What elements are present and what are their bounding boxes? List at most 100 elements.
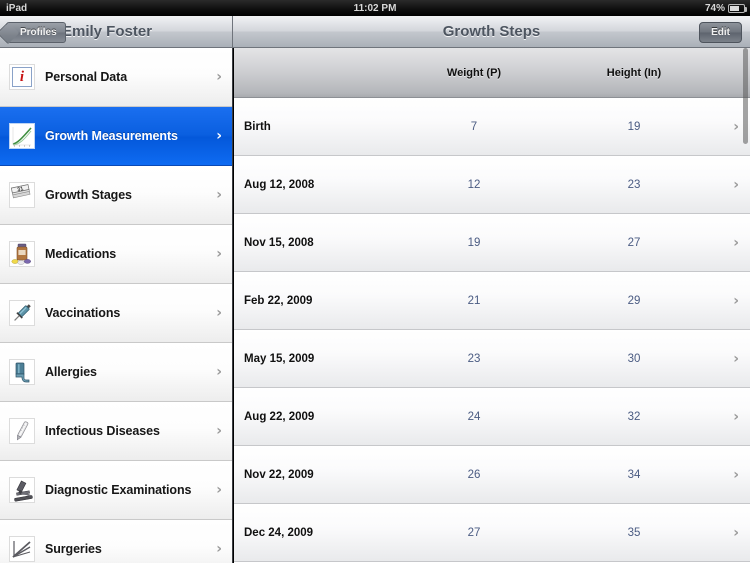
cell-weight: 12 xyxy=(467,178,481,191)
chevron-right-icon: › xyxy=(733,292,739,309)
ipad-app-window: iPad 11:02 PM 74% Profiles Emily Foster … xyxy=(0,0,750,563)
sidebar-item-label: Medications xyxy=(45,247,117,261)
cell-height: 32 xyxy=(627,410,641,423)
thermometer-icon-wrap xyxy=(9,418,35,444)
sidebar-item-infectious-diseases[interactable]: Infectious Diseases › xyxy=(0,402,232,461)
chevron-right-icon: › xyxy=(216,364,222,380)
cell-date: Birth xyxy=(244,120,271,133)
chevron-right-icon: › xyxy=(733,408,739,425)
edit-button-label: Edit xyxy=(711,27,730,38)
growth-steps-table: Weight (P) Height (In) Birth 7 19 › Aug 12, … xyxy=(234,48,750,563)
sidebar-item-medications[interactable]: Medications › xyxy=(0,225,232,284)
sidebar-item-diagnostic-examinations[interactable]: Diagnostic Examinations › xyxy=(0,461,232,520)
chevron-right-icon: › xyxy=(216,423,222,439)
status-battery: 74% xyxy=(704,2,747,14)
status-bar: iPad 11:02 PM 74% xyxy=(0,0,750,16)
cell-weight: 19 xyxy=(467,236,481,249)
chevron-right-icon: › xyxy=(216,128,222,144)
table-row[interactable]: Birth 7 19 › xyxy=(234,98,750,156)
info-icon: i xyxy=(12,67,32,87)
sidebar-item-label: Personal Data xyxy=(45,70,128,84)
cell-date: May 15, 2009 xyxy=(244,352,315,365)
cell-weight: 27 xyxy=(467,526,481,539)
table-header-height: Height (In) xyxy=(606,66,662,79)
sidebar-item-personal-data[interactable]: i Personal Data › xyxy=(0,48,232,107)
calendar-icon-wrap: 31 xyxy=(9,182,35,208)
sidebar-menu[interactable]: i Personal Data › Growth Measurements › 31 Gro… xyxy=(0,48,233,563)
sidebar-item-surgeries[interactable]: Surgeries › xyxy=(0,520,232,563)
cell-weight: 26 xyxy=(467,468,481,481)
back-button-label: Profiles xyxy=(20,27,57,38)
back-button-profiles[interactable]: Profiles xyxy=(6,22,66,43)
sidebar-item-label: Vaccinations xyxy=(45,306,121,320)
sidebar-item-growth-measurements[interactable]: Growth Measurements › xyxy=(0,107,232,166)
table-row[interactable]: Nov 15, 2008 19 27 › xyxy=(234,214,750,272)
sidebar-item-label: Surgeries xyxy=(45,542,102,556)
pill-bottle-icon-wrap xyxy=(9,241,35,267)
cell-date: Aug 12, 2008 xyxy=(244,178,315,191)
scalpel-icon xyxy=(12,541,31,558)
sidebar-scrollbar[interactable] xyxy=(743,48,748,144)
edit-button[interactable]: Edit xyxy=(699,22,742,43)
cell-date: Aug 22, 2009 xyxy=(244,410,315,423)
cell-date: Dec 24, 2009 xyxy=(244,526,314,539)
microscope-icon-wrap xyxy=(9,477,35,503)
chevron-right-icon: › xyxy=(733,350,739,367)
cell-height: 30 xyxy=(627,352,641,365)
sidebar-item-label: Growth Measurements xyxy=(45,129,178,143)
sidebar-item-label: Growth Stages xyxy=(45,188,132,202)
chevron-right-icon: › xyxy=(733,234,739,251)
chevron-right-icon: › xyxy=(216,482,222,498)
cell-height: 23 xyxy=(627,178,641,191)
chevron-right-icon: › xyxy=(216,305,222,321)
chevron-right-icon: › xyxy=(216,541,222,557)
table-header-weight: Weight (P) xyxy=(446,66,502,79)
sidebar-item-label: Allergies xyxy=(45,365,97,379)
cell-weight: 21 xyxy=(467,294,481,307)
battery-percent-label: 74% xyxy=(704,2,725,14)
syringe-icon xyxy=(14,304,31,321)
chevron-right-icon: › xyxy=(216,69,222,85)
cell-height: 29 xyxy=(627,294,641,307)
cell-date: Feb 22, 2009 xyxy=(244,294,313,307)
cell-weight: 7 xyxy=(470,120,478,133)
svg-text:31: 31 xyxy=(17,186,24,193)
sidebar-item-label: Infectious Diseases xyxy=(45,424,160,438)
chevron-right-icon: › xyxy=(216,187,222,203)
table-row[interactable]: Feb 22, 2009 21 29 › xyxy=(234,272,750,330)
patient-name-title: Emily Foster xyxy=(62,23,153,40)
table-row[interactable]: Dec 24, 2009 27 35 › xyxy=(234,504,750,562)
chevron-right-icon: › xyxy=(733,176,739,193)
inhaler-icon-wrap xyxy=(9,359,35,385)
growth-chart-icon xyxy=(11,125,33,147)
cell-weight: 24 xyxy=(467,410,481,423)
table-row[interactable]: Aug 12, 2008 12 23 › xyxy=(234,156,750,214)
cell-weight: 23 xyxy=(467,352,481,365)
info-icon-wrap: i xyxy=(9,64,35,90)
inhaler-icon xyxy=(15,362,30,383)
cell-height: 27 xyxy=(627,236,641,249)
cell-height: 35 xyxy=(627,526,641,539)
cell-date: Nov 15, 2008 xyxy=(244,236,314,249)
growth-chart-icon-wrap xyxy=(9,123,35,149)
sidebar-item-growth-stages[interactable]: 31 Growth Stages › xyxy=(0,166,232,225)
cell-height: 19 xyxy=(627,120,641,133)
syringe-icon-wrap xyxy=(9,300,35,326)
table-body: Birth 7 19 › Aug 12, 2008 12 23 › Nov 15, 2008 19… xyxy=(234,98,750,562)
detail-navigation-bar: Growth Steps Edit xyxy=(233,16,750,48)
table-row[interactable]: May 15, 2009 23 30 › xyxy=(234,330,750,388)
chevron-right-icon: › xyxy=(733,524,739,541)
status-time: 11:02 PM xyxy=(353,2,397,14)
chevron-right-icon: › xyxy=(216,246,222,262)
table-row[interactable]: Nov 22, 2009 26 34 › xyxy=(234,446,750,504)
table-header-row: Weight (P) Height (In) xyxy=(234,48,750,98)
table-row[interactable]: Aug 22, 2009 24 32 › xyxy=(234,388,750,446)
pill-bottle-icon xyxy=(11,243,31,265)
sidebar-navigation-bar: Profiles Emily Foster xyxy=(0,16,233,48)
calendar-icon: 31 xyxy=(10,184,31,199)
battery-icon xyxy=(728,3,747,13)
sidebar-item-vaccinations[interactable]: Vaccinations › xyxy=(0,284,232,343)
sidebar-item-allergies[interactable]: Allergies › xyxy=(0,343,232,402)
cell-date: Nov 22, 2009 xyxy=(244,468,314,481)
sidebar-item-label: Diagnostic Examinations xyxy=(45,483,192,497)
